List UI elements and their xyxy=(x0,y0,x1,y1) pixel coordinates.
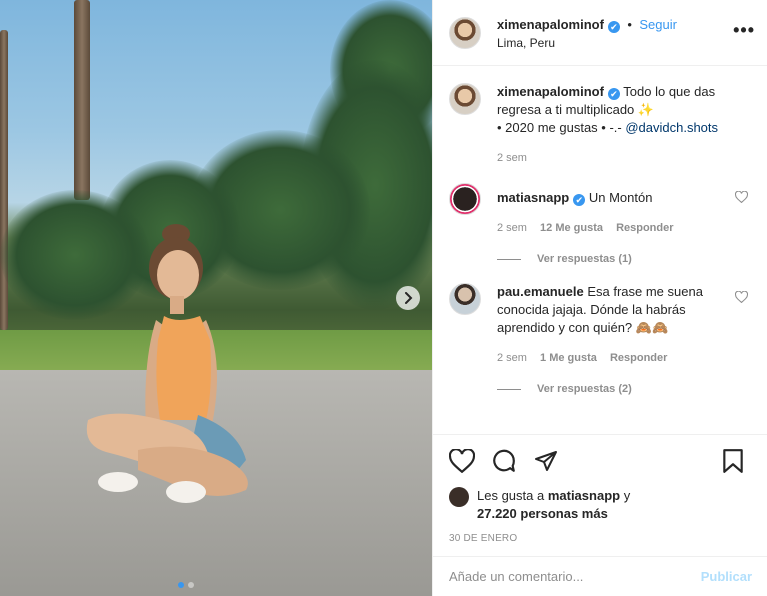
follow-button[interactable]: Seguir xyxy=(639,17,677,32)
comment-likes[interactable]: 12 Me gusta xyxy=(540,222,603,234)
comment-icon xyxy=(493,449,515,472)
like-button[interactable] xyxy=(449,449,475,473)
carousel-next-button[interactable] xyxy=(396,286,420,310)
likes-count[interactable]: 27.220 personas más xyxy=(477,506,608,521)
heart-icon[interactable] xyxy=(735,291,748,303)
heart-icon xyxy=(449,449,475,473)
post-side-panel: ximenapalominof ✔ • Seguir Lima, Peru •••… xyxy=(432,0,767,596)
comment: matiasnapp ✔ Un Montón 2 sem 12 Me gusta … xyxy=(449,183,752,237)
comment-username[interactable]: pau.emanuele xyxy=(497,284,584,299)
more-icon[interactable]: ••• xyxy=(733,20,755,41)
save-button[interactable] xyxy=(722,448,744,479)
share-icon xyxy=(535,451,557,471)
avatar[interactable] xyxy=(449,183,481,215)
avatar[interactable] xyxy=(449,83,481,115)
divider xyxy=(497,258,521,260)
bookmark-icon xyxy=(723,449,743,473)
view-replies-button[interactable]: Ver respuestas (1) xyxy=(497,253,752,265)
view-replies-label: Ver respuestas (1) xyxy=(537,253,632,265)
palm-trunk xyxy=(74,0,90,200)
comment-time[interactable]: 2 sem xyxy=(497,352,527,364)
reply-button[interactable]: Responder xyxy=(616,222,673,234)
comment: pau.emanuele Esa frase me suena conocida… xyxy=(449,283,752,367)
avatar[interactable] xyxy=(449,487,469,507)
caption-text-line2: • 2020 me gustas • -.- xyxy=(497,120,626,135)
comment-likes[interactable]: 1 Me gusta xyxy=(540,352,597,364)
view-replies-label: Ver respuestas (2) xyxy=(537,383,632,395)
likes-user[interactable]: matiasnapp xyxy=(548,488,620,503)
comment-body: pau.emanuele Esa frase me suena conocida… xyxy=(497,283,737,367)
heart-icon[interactable] xyxy=(735,191,748,203)
post-date[interactable]: 30 DE ENERO xyxy=(449,533,752,544)
caption-body: ximenapalominof ✔ Todo lo que das regresa… xyxy=(497,83,737,167)
divider xyxy=(497,388,521,390)
carousel-dot xyxy=(188,582,194,588)
add-comment-bar: Añade un comentario... Publicar xyxy=(433,556,767,596)
verified-icon: ✔ xyxy=(607,88,620,100)
caption-mention[interactable]: @davidch.shots xyxy=(625,120,718,135)
chevron-right-icon xyxy=(405,292,413,304)
reply-button[interactable]: Responder xyxy=(610,352,667,364)
avatar[interactable] xyxy=(449,16,481,49)
likes-middle: y xyxy=(620,488,631,503)
post-comment-button[interactable]: Publicar xyxy=(701,569,752,584)
comment-input[interactable]: Añade un comentario... xyxy=(449,569,583,584)
verified-icon: ✔ xyxy=(573,194,586,206)
likes-summary: Les gusta a matiasnapp y 27.220 personas… xyxy=(449,487,752,523)
likes-prefix: Les gusta a xyxy=(477,488,548,503)
author-username[interactable]: ximenapalominof xyxy=(497,17,604,32)
share-button[interactable] xyxy=(533,449,559,473)
person-figure xyxy=(86,224,248,503)
comment-time[interactable]: 2 sem xyxy=(497,222,527,234)
comments-section: ximenapalominof ✔ Todo lo que das regresa… xyxy=(433,67,767,433)
caption-username[interactable]: ximenapalominof xyxy=(497,84,604,99)
post-author: ximenapalominof ✔ • Seguir Lima, Peru xyxy=(497,16,677,50)
comment-button[interactable] xyxy=(491,448,517,474)
comment-meta: 2 sem 12 Me gusta Responder xyxy=(497,219,737,237)
post-header: ximenapalominof ✔ • Seguir Lima, Peru ••• xyxy=(433,0,767,66)
action-bar xyxy=(449,435,752,487)
view-replies-button[interactable]: Ver respuestas (2) xyxy=(497,383,752,395)
caption-time[interactable]: 2 sem xyxy=(497,152,527,164)
comment-meta: 2 sem 1 Me gusta Responder xyxy=(497,349,737,367)
avatar[interactable] xyxy=(449,283,481,315)
verified-icon: ✔ xyxy=(607,20,620,33)
caption-meta: 2 sem xyxy=(497,149,737,167)
comment-username[interactable]: matiasnapp xyxy=(497,190,569,205)
post-photo[interactable] xyxy=(0,0,432,596)
comment-body: matiasnapp ✔ Un Montón 2 sem 12 Me gusta … xyxy=(497,183,737,237)
post-actions: Les gusta a matiasnapp y 27.220 personas… xyxy=(433,434,767,544)
separator: • xyxy=(627,16,632,32)
post-location[interactable]: Lima, Peru xyxy=(497,36,677,50)
carousel-dots xyxy=(178,582,194,588)
caption: ximenapalominof ✔ Todo lo que das regresa… xyxy=(449,83,752,167)
palm-trunk xyxy=(0,30,8,330)
comment-text: Un Montón xyxy=(585,190,653,205)
carousel-dot-active xyxy=(178,582,184,588)
